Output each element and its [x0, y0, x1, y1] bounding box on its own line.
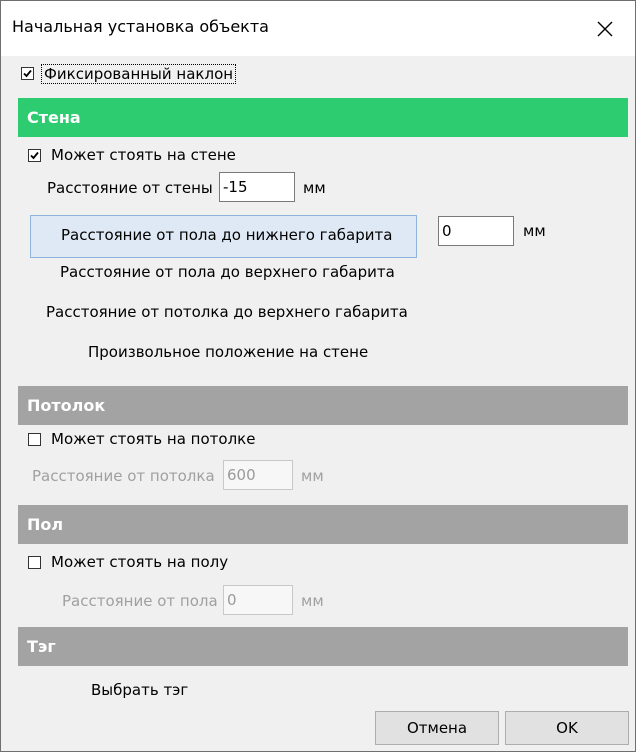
- wall-distance-unit: мм: [303, 179, 326, 197]
- checkmark-icon: [23, 69, 32, 78]
- window-title: Начальная установка объекта: [12, 17, 269, 36]
- wall-section-header: Стена: [18, 98, 628, 137]
- select-tag-button[interactable]: Выбрать тэг: [91, 681, 188, 699]
- close-icon: [597, 21, 613, 36]
- ok-button[interactable]: OK: [505, 711, 629, 745]
- wall-distance-input[interactable]: -15: [219, 172, 295, 202]
- wall-can-stand-checkbox[interactable]: [28, 149, 41, 162]
- wall-can-stand-label[interactable]: Может стоять на стене: [51, 146, 236, 164]
- fixed-tilt-checkbox[interactable]: [21, 67, 34, 80]
- floor-to-bottom-input[interactable]: 0: [438, 216, 514, 246]
- ceiling-distance-unit: мм: [301, 467, 324, 485]
- floor-to-bottom-unit: мм: [523, 222, 546, 240]
- floor-can-stand-checkbox[interactable]: [28, 556, 41, 569]
- fixed-tilt-label[interactable]: Фиксированный наклон: [41, 64, 237, 84]
- cancel-button[interactable]: Отмена: [375, 711, 499, 745]
- ceiling-can-stand-label[interactable]: Может стоять на потолке: [51, 430, 255, 448]
- floor-distance-input[interactable]: 0: [223, 585, 293, 615]
- floor-to-top-button[interactable]: Расстояние от пола до верхнего габарита: [60, 263, 395, 281]
- tag-section-header: Тэг: [18, 627, 628, 666]
- dialog-window: Начальная установка объекта Фиксированны…: [0, 0, 636, 752]
- ceiling-distance-input[interactable]: 600: [223, 460, 293, 490]
- ceiling-to-top-button[interactable]: Расстояние от потолка до верхнего габари…: [46, 303, 408, 321]
- wall-distance-label: Расстояние от стены: [47, 179, 213, 197]
- floor-section-header: Пол: [18, 505, 628, 544]
- title-bar: Начальная установка объекта: [1, 1, 635, 56]
- ceiling-can-stand-checkbox[interactable]: [28, 433, 41, 446]
- ceiling-distance-label: Расстояние от потолка: [32, 467, 215, 485]
- floor-distance-unit: мм: [301, 592, 324, 610]
- arbitrary-position-button[interactable]: Произвольное положение на стене: [88, 343, 368, 361]
- floor-distance-label: Расстояние от пола: [62, 592, 218, 610]
- close-button[interactable]: [575, 1, 635, 56]
- floor-can-stand-label[interactable]: Может стоять на полу: [51, 553, 228, 571]
- ceiling-section-header: Потолок: [18, 386, 628, 425]
- checkmark-icon: [30, 151, 39, 160]
- floor-to-bottom-label: Расстояние от пола до нижнего габарита: [61, 226, 393, 244]
